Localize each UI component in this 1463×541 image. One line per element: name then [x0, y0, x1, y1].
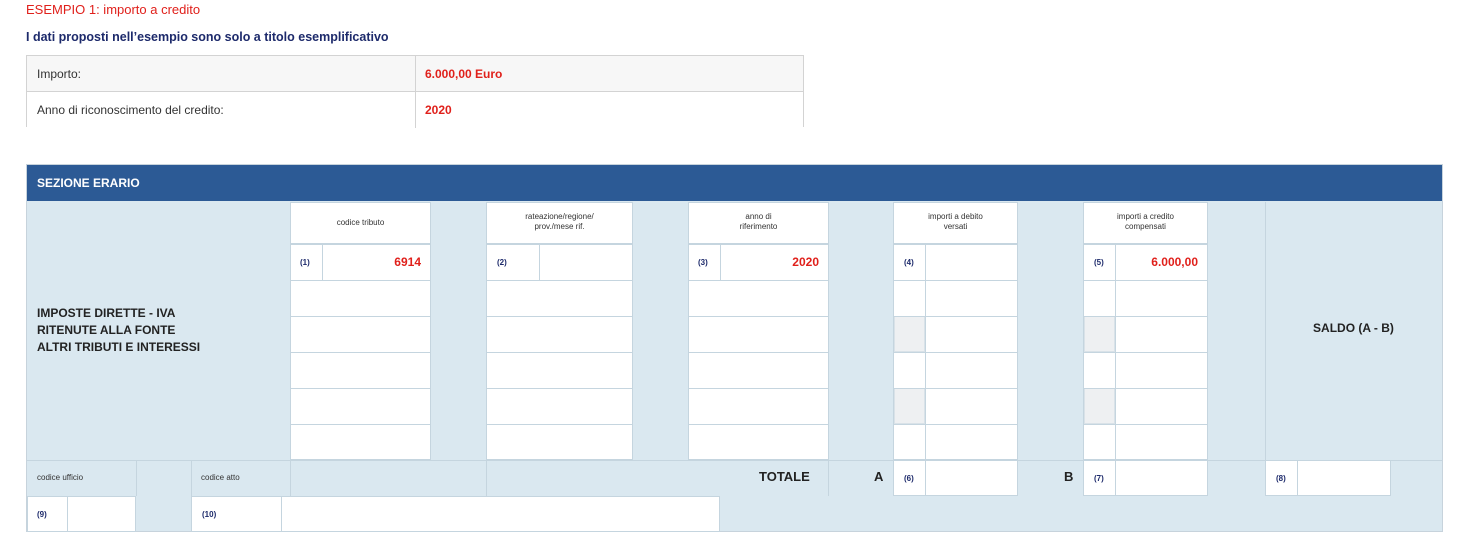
totale-b-label: B	[1064, 469, 1074, 484]
anno-value[interactable]: 2020	[725, 255, 819, 269]
example-subheading: I dati proposti nell’esempio sono solo a…	[26, 30, 389, 44]
rateazione-header: rateazione/regione/ prov./mese rif.	[525, 212, 594, 231]
col-header-credito: importi a credito compensati	[1083, 202, 1208, 244]
amount-label: Importo:	[37, 67, 82, 81]
field-number-5: (5)	[1094, 258, 1104, 267]
example-heading: ESEMPIO 1: importo a credito	[26, 2, 201, 17]
field-number-3: (3)	[698, 258, 708, 267]
codice-tributo-value[interactable]: 6914	[327, 255, 421, 269]
label-line-3: ALTRI TRIBUTI E INTERESSI	[37, 340, 201, 354]
col-header-codice-tributo: codice tributo	[290, 202, 431, 244]
info-table: Importo: 6.000,00 Euro Anno di riconosci…	[26, 55, 804, 128]
debito-header: importi a debito versati	[928, 212, 983, 231]
credito-value[interactable]: 6.000,00	[1120, 255, 1198, 269]
label-line-2: RITENUTE ALLA FONTE	[37, 323, 176, 337]
field-number-8: (8)	[1276, 474, 1286, 483]
field-number-6: (6)	[904, 474, 914, 483]
amount-value: 6.000,00 Euro	[425, 67, 503, 81]
section-header: SEZIONE ERARIO	[27, 165, 1442, 201]
codice-ufficio-label: codice ufficio	[37, 473, 84, 482]
col-header-debito: importi a debito versati	[893, 202, 1018, 244]
section-title: SEZIONE ERARIO	[37, 176, 140, 190]
totale-a-label: A	[874, 469, 884, 484]
totale-label: TOTALE	[759, 469, 810, 484]
codice-tributo-header: codice tributo	[336, 218, 385, 227]
credito-header: importi a credito compensati	[1117, 212, 1174, 231]
col-header-rateazione: rateazione/regione/ prov./mese rif.	[486, 202, 633, 244]
field-number-7: (7)	[1094, 474, 1104, 483]
sezione-erario: SEZIONE ERARIO IMPOSTE DIRETTE - IVA RIT…	[26, 164, 1443, 532]
codice-atto-label: codice atto	[201, 473, 240, 482]
field-number-2: (2)	[497, 258, 507, 267]
info-row-amount: Importo: 6.000,00 Euro	[27, 56, 803, 92]
field-number-10: (10)	[202, 510, 217, 519]
info-divider	[415, 56, 416, 91]
saldo-label: SALDO (A - B)	[1313, 321, 1394, 335]
info-divider	[415, 92, 416, 128]
info-row-year: Anno di riconoscimento del credito: 2020	[27, 92, 803, 128]
col-header-anno: anno di riferimento	[688, 202, 829, 244]
field-number-4: (4)	[904, 258, 914, 267]
label-line-1: IMPOSTE DIRETTE - IVA	[37, 306, 176, 320]
tax-category-label: IMPOSTE DIRETTE - IVA RITENUTE ALLA FONT…	[37, 305, 200, 356]
field-number-9: (9)	[37, 510, 47, 519]
codice-atto-box[interactable]	[191, 496, 720, 532]
year-label: Anno di riconoscimento del credito:	[37, 103, 224, 117]
anno-header: anno di riferimento	[739, 212, 778, 231]
year-value: 2020	[425, 103, 452, 117]
field-number-1: (1)	[300, 258, 310, 267]
